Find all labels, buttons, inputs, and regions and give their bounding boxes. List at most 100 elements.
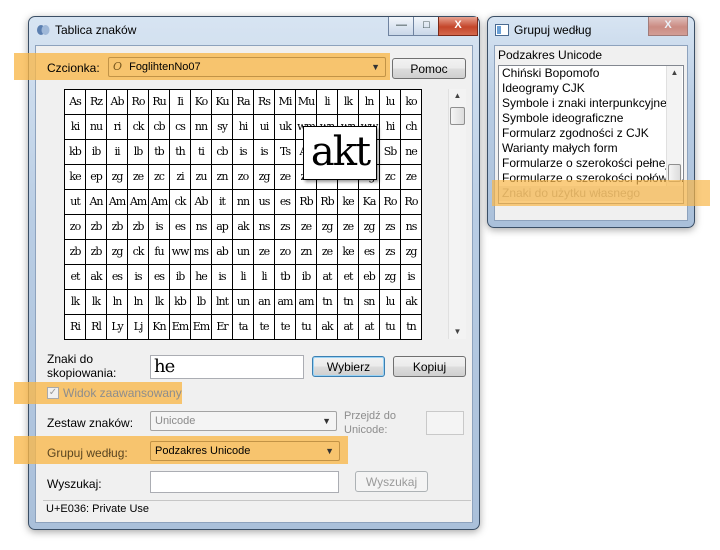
char-cell[interactable]: uk xyxy=(275,115,296,140)
char-cell[interactable]: eb xyxy=(359,265,380,290)
char-cell[interactable]: es xyxy=(149,265,170,290)
char-cell[interactable]: Ri xyxy=(65,315,86,340)
help-button[interactable]: Pomoc xyxy=(392,58,466,79)
char-cell[interactable]: sn xyxy=(359,290,380,315)
char-cell[interactable]: ze xyxy=(317,240,338,265)
char-cell[interactable]: kb xyxy=(65,140,86,165)
char-cell[interactable]: li xyxy=(254,265,275,290)
char-cell[interactable]: is xyxy=(212,265,233,290)
char-cell[interactable]: zb xyxy=(65,240,86,265)
char-cell[interactable]: ze xyxy=(338,215,359,240)
char-cell[interactable]: ze xyxy=(254,240,275,265)
group-list-item[interactable]: Warianty małych form xyxy=(499,141,683,156)
char-cell[interactable]: Ts xyxy=(275,140,296,165)
char-cell[interactable]: et xyxy=(65,265,86,290)
scroll-down-arrow-icon[interactable]: ▼ xyxy=(449,327,466,336)
char-cell[interactable]: An xyxy=(86,190,107,215)
char-cell[interactable]: es xyxy=(275,190,296,215)
char-cell[interactable]: ck xyxy=(128,115,149,140)
char-cell[interactable]: li xyxy=(233,265,254,290)
char-cell[interactable]: cb xyxy=(212,140,233,165)
char-cell[interactable]: Am xyxy=(128,190,149,215)
char-cell[interactable]: ck xyxy=(128,240,149,265)
char-cell[interactable]: Ku xyxy=(212,90,233,115)
char-cell[interactable]: zn xyxy=(296,240,317,265)
char-cell[interactable]: zc xyxy=(380,165,401,190)
char-cell[interactable]: Ra xyxy=(233,90,254,115)
char-cell[interactable]: ak xyxy=(233,215,254,240)
char-cell[interactable]: ns xyxy=(254,215,275,240)
char-cell[interactable]: ab xyxy=(212,240,233,265)
char-cell[interactable]: Em xyxy=(170,315,191,340)
char-cell[interactable]: Sb xyxy=(380,140,401,165)
char-cell[interactable]: Ka xyxy=(359,190,380,215)
char-cell[interactable]: zs xyxy=(380,215,401,240)
minimize-button[interactable]: — xyxy=(388,17,415,36)
char-cell[interactable]: zg xyxy=(359,215,380,240)
char-cell[interactable]: lk xyxy=(338,90,359,115)
char-cell[interactable]: ns xyxy=(401,215,422,240)
char-cell[interactable]: us xyxy=(254,190,275,215)
font-dropdown[interactable]: O FoglihtenNo07 ▼ xyxy=(108,57,386,77)
char-cell[interactable]: Ro xyxy=(380,190,401,215)
char-cell[interactable]: Ru xyxy=(149,90,170,115)
char-cell[interactable]: lu xyxy=(380,90,401,115)
char-cell[interactable]: zg xyxy=(380,265,401,290)
char-cell[interactable]: Ab xyxy=(191,190,212,215)
char-cell[interactable]: ln xyxy=(107,290,128,315)
char-cell[interactable]: ne xyxy=(401,140,422,165)
char-cell[interactable]: zs xyxy=(380,240,401,265)
char-cell[interactable]: ut xyxy=(65,190,86,215)
char-cell[interactable]: ak xyxy=(317,315,338,340)
char-cell[interactable]: un xyxy=(233,240,254,265)
char-cell[interactable]: ck xyxy=(170,190,191,215)
char-cell[interactable]: Ro xyxy=(128,90,149,115)
char-cell[interactable]: nu xyxy=(86,115,107,140)
char-cell[interactable]: zn xyxy=(212,165,233,190)
char-cell[interactable]: zo xyxy=(275,240,296,265)
char-cell[interactable]: es xyxy=(107,265,128,290)
char-cell[interactable]: tu xyxy=(380,315,401,340)
char-cell[interactable]: ke xyxy=(338,190,359,215)
char-cell[interactable]: nn xyxy=(191,115,212,140)
char-cell[interactable]: Rb xyxy=(317,190,338,215)
char-cell[interactable]: zs xyxy=(275,215,296,240)
char-cell[interactable]: Ro xyxy=(401,190,422,215)
char-cell[interactable]: is xyxy=(233,140,254,165)
char-cell[interactable]: lb xyxy=(128,140,149,165)
char-cell[interactable]: zg xyxy=(401,240,422,265)
char-cell[interactable]: is xyxy=(149,215,170,240)
char-cell[interactable]: ze xyxy=(275,165,296,190)
char-cell[interactable]: Rb xyxy=(296,190,317,215)
char-cell[interactable]: at xyxy=(317,265,338,290)
char-cell[interactable]: lu xyxy=(380,290,401,315)
group-list-item[interactable]: Symbole ideograficzne xyxy=(499,111,683,126)
char-cell[interactable]: he xyxy=(191,265,212,290)
close-button[interactable]: X xyxy=(438,17,478,36)
char-cell[interactable]: is xyxy=(128,265,149,290)
char-cell[interactable]: ui xyxy=(254,115,275,140)
title-bar[interactable]: Tablica znaków — □ X xyxy=(29,17,479,43)
char-cell[interactable]: zb xyxy=(128,215,149,240)
char-cell[interactable]: ke xyxy=(65,165,86,190)
char-cell[interactable]: lk xyxy=(65,290,86,315)
char-cell[interactable]: zb xyxy=(86,215,107,240)
char-cell[interactable]: et xyxy=(338,265,359,290)
scroll-up-arrow-icon[interactable]: ▲ xyxy=(667,68,682,77)
char-cell[interactable]: ke xyxy=(338,240,359,265)
char-cell[interactable]: an xyxy=(254,290,275,315)
char-cell[interactable]: sy xyxy=(212,115,233,140)
select-button[interactable]: Wybierz xyxy=(312,356,385,377)
char-cell[interactable]: Rl xyxy=(86,315,107,340)
char-cell[interactable]: es xyxy=(359,240,380,265)
char-cell[interactable]: ko xyxy=(401,90,422,115)
group-title-bar[interactable]: Grupuj według X xyxy=(488,17,694,43)
char-cell[interactable]: zo xyxy=(65,215,86,240)
char-cell[interactable]: un xyxy=(233,290,254,315)
search-input[interactable] xyxy=(150,471,339,493)
char-cell[interactable]: ta xyxy=(233,315,254,340)
char-cell[interactable]: ze xyxy=(128,165,149,190)
char-cell[interactable]: Am xyxy=(107,190,128,215)
copy-input[interactable]: he xyxy=(150,355,304,379)
char-cell[interactable]: at xyxy=(338,315,359,340)
